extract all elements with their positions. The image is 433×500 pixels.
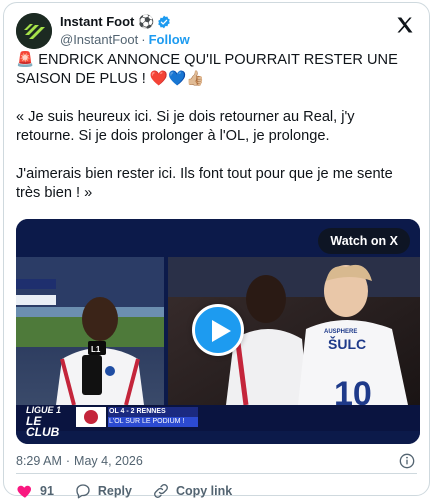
reply-button[interactable]: Reply — [74, 482, 132, 500]
reply-label: Reply — [97, 484, 132, 498]
handle[interactable]: @InstantFoot — [60, 32, 138, 47]
watch-on-x-button[interactable]: Watch on X — [318, 228, 410, 254]
ligue1-logo: LIGUE 1 LE CLUB — [26, 405, 62, 439]
timestamp-separator: · — [65, 454, 71, 468]
copy-link-label: Copy link — [175, 484, 233, 498]
score-text: OL 4 - 2 RENNES — [109, 408, 166, 415]
jersey-sponsor: AUSPHERE — [324, 329, 357, 335]
jersey-name: ŠULC — [328, 335, 366, 352]
divider — [16, 473, 417, 474]
info-icon[interactable] — [399, 453, 415, 469]
heart-icon — [17, 485, 32, 498]
tweet-card: Instant Foot ⚽ @InstantFoot · Follow 🚨 E… — [3, 2, 430, 499]
tweet-text-headline: 🚨 ENDRICK ANNONCE QU'IL POURRAIT RESTER … — [16, 52, 398, 87]
tweet-text-quote-2: J'aimerais bien rester ici. Ils font tou… — [16, 166, 393, 201]
tweet-header: Instant Foot ⚽ @InstantFoot · Follow — [16, 13, 417, 53]
play-icon — [212, 320, 231, 342]
action-bar: 91 Reply Copy link — [16, 482, 252, 500]
x-logo-icon[interactable] — [395, 15, 415, 35]
timestamp[interactable]: 8:29 AM · May 4, 2026 — [16, 454, 143, 468]
timestamp-date: May 4, 2026 — [74, 454, 143, 468]
reply-icon — [76, 484, 90, 499]
link-icon — [154, 484, 168, 498]
video-player[interactable]: ŠULC AUSPHERE 10 L1 LIGUE 1 LE CLUB OL 4… — [16, 219, 420, 444]
display-name[interactable]: Instant Foot ⚽ — [60, 14, 154, 30]
name-row: Instant Foot ⚽ — [60, 14, 171, 30]
tweet-text: 🚨 ENDRICK ANNONCE QU'IL POURRAIT RESTER … — [16, 51, 415, 203]
tweet-text-quote-1: « Je suis heureux ici. Si je dois retour… — [16, 109, 355, 144]
handle-row: @InstantFoot · Follow — [60, 32, 190, 47]
play-button[interactable] — [192, 304, 244, 356]
avatar[interactable] — [16, 13, 52, 49]
copy-link-button[interactable]: Copy link — [152, 482, 232, 500]
follow-button[interactable]: Follow — [149, 32, 190, 47]
verified-badge-icon — [158, 15, 170, 29]
timestamp-time: 8:29 AM — [16, 454, 62, 468]
headline-ticker: L'OL SUR LE PODIUM ! — [109, 418, 185, 425]
like-button[interactable]: 91 — [16, 482, 54, 500]
handle-separator: · — [141, 32, 146, 47]
mic-flag: L1 — [91, 345, 101, 354]
like-count: 91 — [40, 484, 54, 498]
